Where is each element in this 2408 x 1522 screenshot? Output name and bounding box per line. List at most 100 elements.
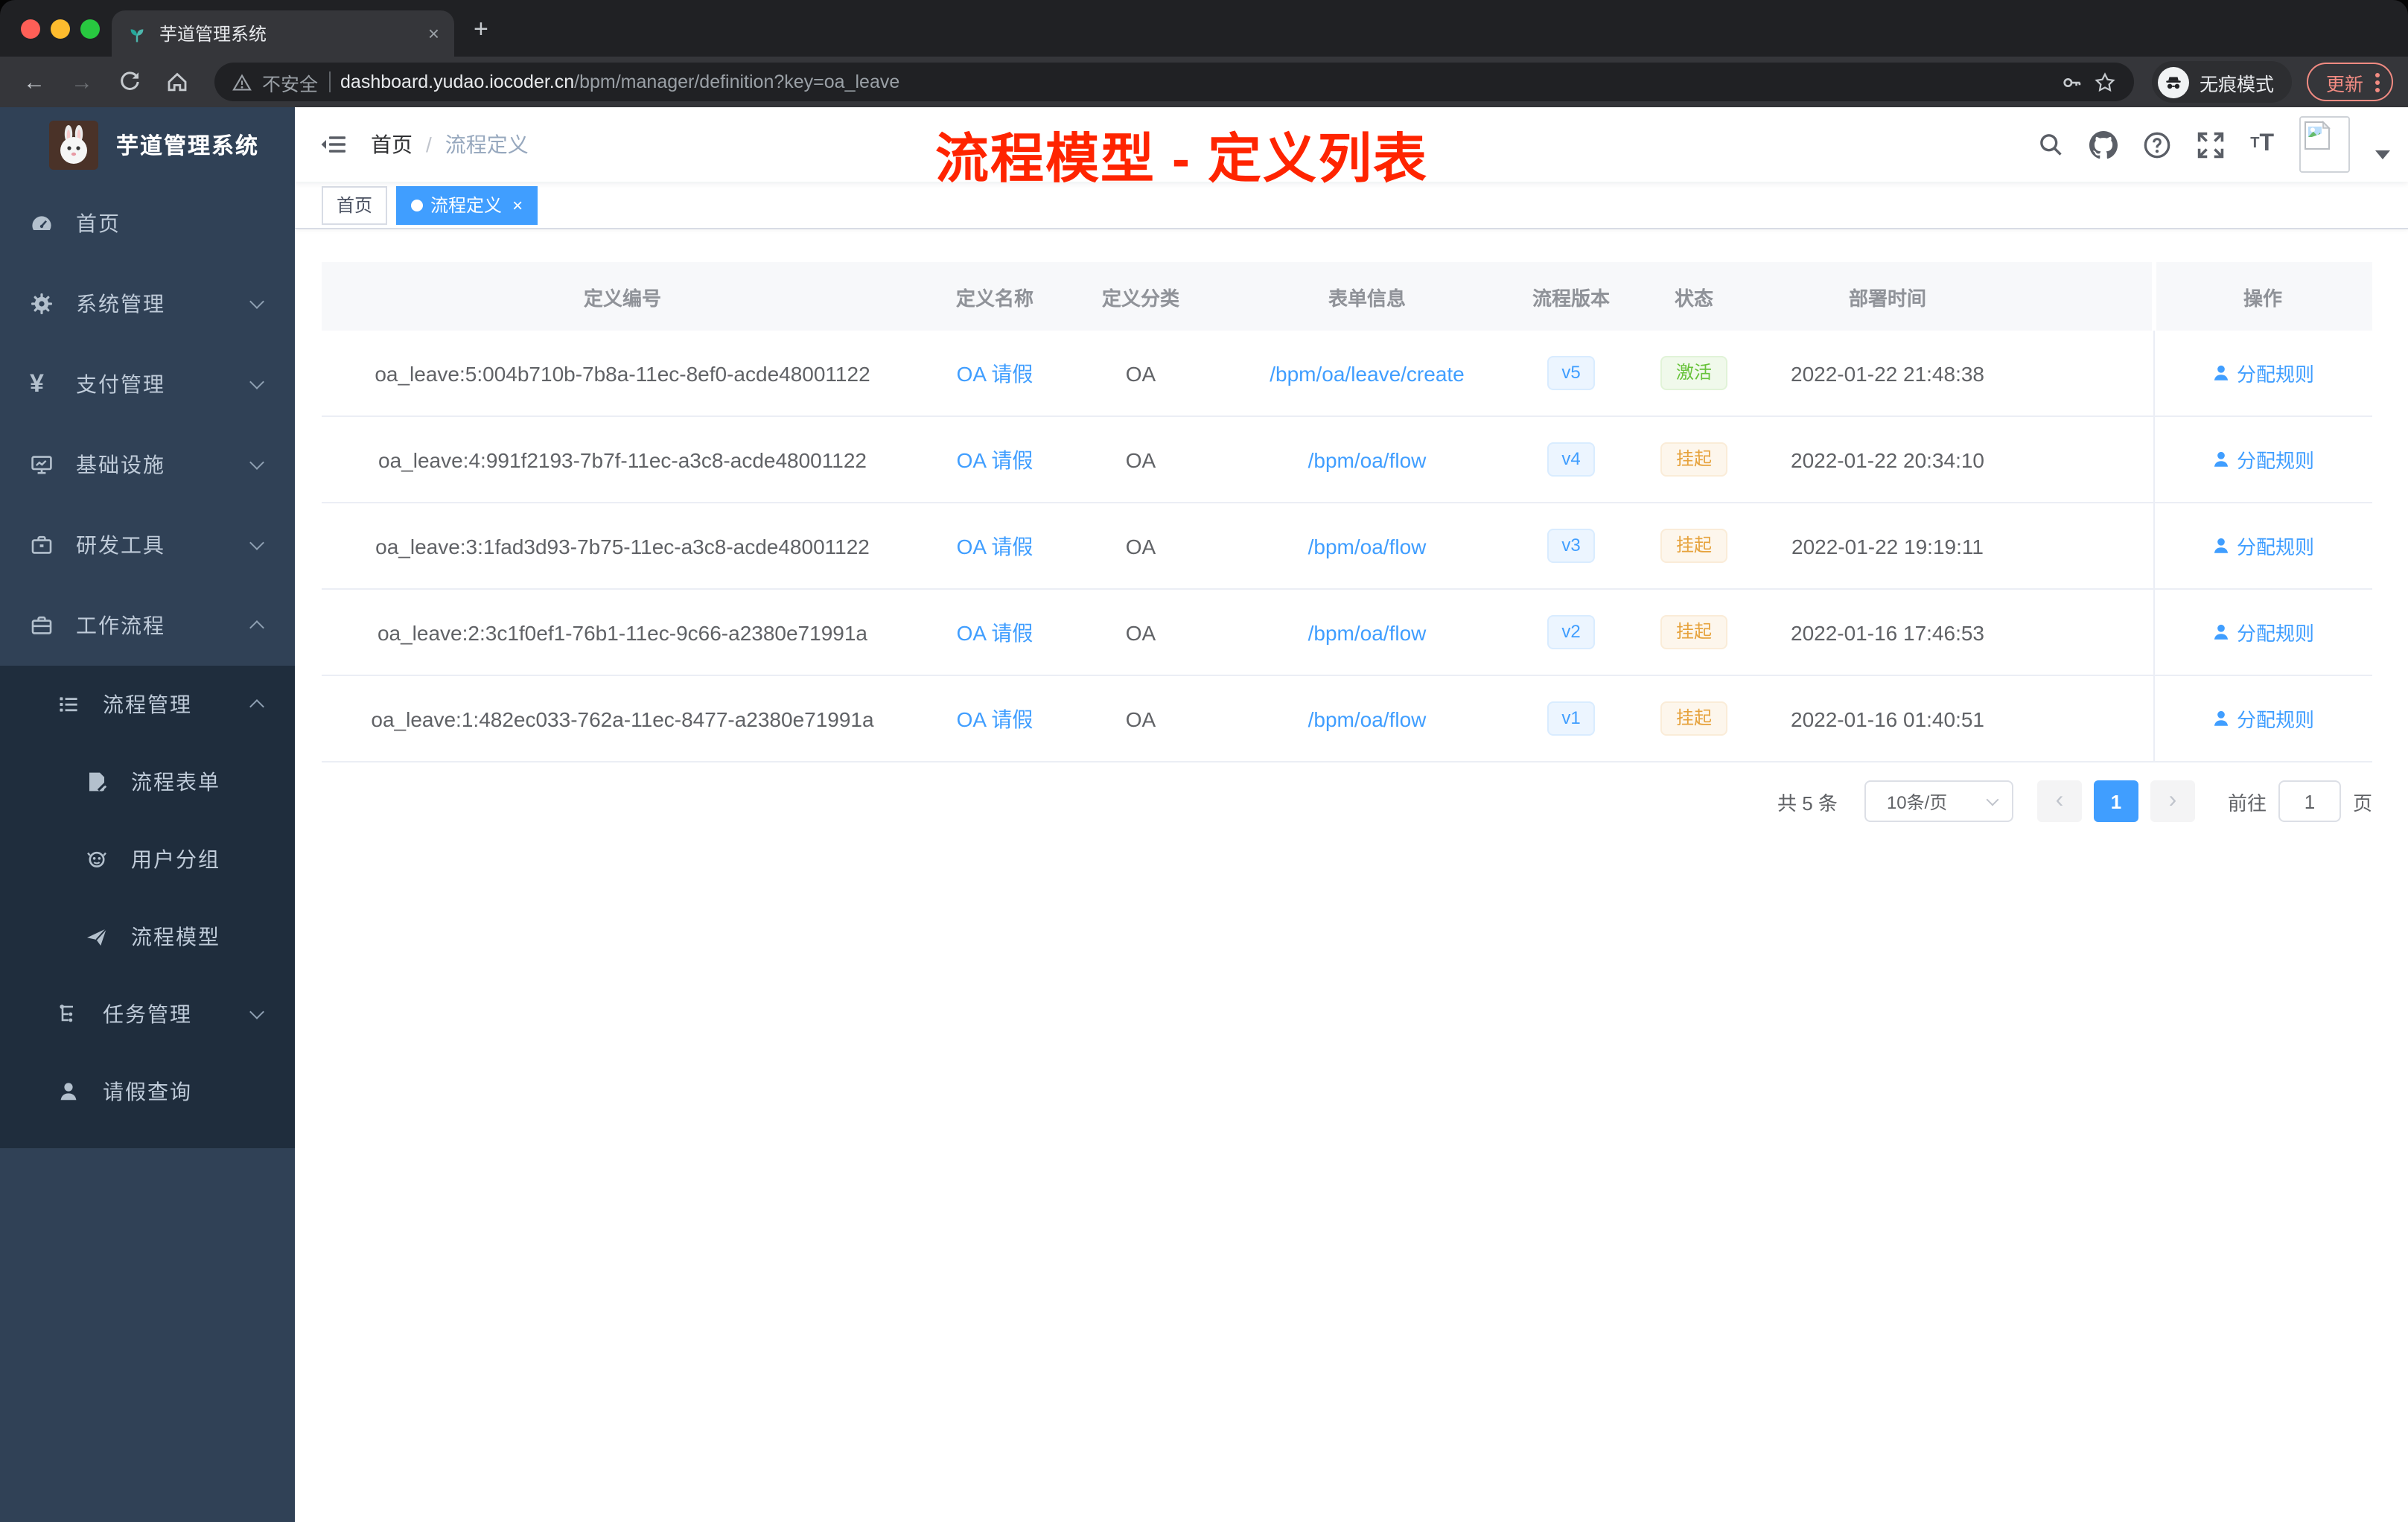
status-badge: 挂起 [1660, 528, 1727, 564]
update-button[interactable]: 更新 [2306, 63, 2393, 101]
cell-id: oa_leave:3:1fad3d93-7b75-11ec-a3c8-acde4… [375, 534, 870, 558]
sidebar-item-infra[interactable]: 基础设施 [0, 424, 295, 505]
cell-deploy-time: 2022-01-22 19:19:11 [1791, 534, 1984, 558]
table-header-row: 定义编号 定义名称 定义分类 表单信息 流程版本 状态 部署时间 操作 [322, 262, 2372, 331]
password-key-icon[interactable] [2061, 71, 2083, 93]
sidebar-item-payment[interactable]: ¥ 支付管理 [0, 344, 295, 424]
definition-name-link[interactable]: OA 请假 [957, 620, 1033, 644]
chevron-down-icon [249, 535, 264, 550]
sidebar-item-process-model[interactable]: 流程模型 [0, 898, 295, 975]
version-badge: v3 [1547, 528, 1596, 564]
tag-process-definition[interactable]: 流程定义 × [396, 185, 538, 224]
yen-icon: ¥ [30, 369, 44, 398]
assign-rule-button[interactable]: 分配规则 [2211, 704, 2314, 733]
goto-label: 前往 [2227, 792, 2267, 814]
macos-zoom-button[interactable] [80, 19, 100, 39]
user-menu-caret-icon[interactable] [2375, 150, 2390, 159]
back-button[interactable]: ← [15, 63, 54, 101]
chevron-down-icon [249, 294, 264, 309]
app-root: 芋道管理系统 首页 系统管理 ¥ 支付管理 基础设施 研发工具 工作流程 流程管… [0, 107, 2408, 1522]
address-bar[interactable]: 不安全 dashboard.yudao.iocoder.cn/bpm/manag… [214, 63, 2134, 101]
main-panel: 首页 / 流程定义 流程模型 - 定义列表 T T 首页 流程定义 × 定义编号… [295, 107, 2408, 1522]
table-body: oa_leave:5:004b710b-7b8a-11ec-8ef0-acde4… [322, 331, 2372, 762]
breadcrumb-separator: / [426, 133, 432, 156]
active-tag-dot [411, 199, 424, 211]
col-header-deploy-time: 部署时间 [1848, 287, 1926, 309]
definition-name-link[interactable]: OA 请假 [957, 448, 1033, 471]
page-number-1[interactable]: 1 [2093, 780, 2138, 822]
gear-icon [30, 292, 54, 316]
font-size-icon[interactable]: TT [2250, 132, 2274, 156]
cell-deploy-time: 2022-01-16 01:40:51 [1791, 707, 1984, 730]
sidebar-item-user-group[interactable]: 用户分组 [0, 821, 295, 898]
assign-rule-button[interactable]: 分配规则 [2211, 532, 2314, 560]
sidebar-item-devtools[interactable]: 研发工具 [0, 505, 295, 585]
goto-page-input[interactable] [2278, 780, 2341, 822]
col-header-category: 定义分类 [1101, 287, 1179, 309]
home-button[interactable] [158, 63, 197, 101]
prev-page-button[interactable]: ‹ [2036, 780, 2082, 822]
form-link[interactable]: /bpm/oa/flow [1308, 707, 1427, 730]
sidebar-item-leave-query[interactable]: 请假查询 [0, 1053, 295, 1130]
app-title: 芋道管理系统 [116, 134, 260, 159]
table-row: oa_leave:5:004b710b-7b8a-11ec-8ef0-acde4… [322, 331, 2372, 417]
chevron-down-icon [249, 455, 264, 470]
tab-close-icon[interactable]: × [428, 22, 439, 45]
select-caret-icon [1986, 792, 1999, 806]
cell-id: oa_leave:5:004b710b-7b8a-11ec-8ef0-acde4… [375, 361, 870, 385]
goto-page: 前往 页 [2228, 780, 2372, 822]
sidebar-item-task-mgmt[interactable]: 任务管理 [0, 975, 295, 1053]
sidebar-item-home[interactable]: 首页 [0, 183, 295, 264]
browser-tab[interactable]: 芋道管理系统 × [112, 10, 454, 57]
assign-rule-button[interactable]: 分配规则 [2211, 445, 2314, 474]
definition-name-link[interactable]: OA 请假 [957, 361, 1033, 385]
search-icon[interactable] [2037, 131, 2064, 158]
status-badge: 挂起 [1660, 614, 1727, 650]
tag-home[interactable]: 首页 [322, 185, 388, 224]
sidebar-item-process-mgmt[interactable]: 流程管理 [0, 666, 295, 743]
assign-rule-button[interactable]: 分配规则 [2211, 618, 2314, 646]
definition-name-link[interactable]: OA 请假 [957, 707, 1033, 730]
tab-strip: 芋道管理系统 × + [0, 0, 2408, 57]
sidebar-item-system[interactable]: 系统管理 [0, 264, 295, 344]
table-row: oa_leave:1:482ec033-762a-11ec-8477-a2380… [322, 676, 2372, 762]
new-tab-button[interactable]: + [474, 16, 488, 42]
tag-close-icon[interactable]: × [512, 194, 523, 215]
avatar-broken-image[interactable] [2299, 116, 2350, 173]
app-logo[interactable]: 芋道管理系统 [0, 107, 295, 183]
browser-toolbar: ← → 不安全 dashboard.yudao.iocoder.cn/bpm/m… [0, 57, 2408, 107]
status-badge: 挂起 [1660, 442, 1727, 477]
assign-rule-button[interactable]: 分配规则 [2211, 359, 2314, 387]
next-page-button[interactable]: › [2150, 780, 2195, 822]
forward-button[interactable]: → [63, 63, 101, 101]
form-link[interactable]: /bpm/oa/flow [1308, 448, 1427, 471]
sidebar-item-process-form[interactable]: 流程表单 [0, 743, 295, 821]
toolbox-icon [30, 533, 54, 557]
cell-category: OA [1125, 534, 1156, 558]
form-link[interactable]: /bpm/oa/flow [1308, 534, 1427, 558]
chevron-down-icon [249, 1004, 264, 1019]
page-content: 定义编号 定义名称 定义分类 表单信息 流程版本 状态 部署时间 操作 oa_l… [295, 229, 2408, 1522]
breadcrumb-home[interactable]: 首页 [371, 130, 413, 159]
macos-minimize-button[interactable] [51, 19, 70, 39]
chevron-up-icon [249, 699, 264, 714]
macos-close-button[interactable] [21, 19, 40, 39]
omnibox-separator [328, 71, 331, 92]
sidebar-item-workflow[interactable]: 工作流程 [0, 585, 295, 666]
form-link[interactable]: /bpm/oa/flow [1308, 620, 1427, 644]
sidebar-toggle-icon[interactable] [320, 133, 347, 156]
cell-deploy-time: 2022-01-22 20:34:10 [1791, 448, 1984, 471]
help-icon[interactable] [2143, 130, 2171, 159]
breadcrumb-current: 流程定义 [445, 133, 529, 156]
incognito-badge: 无痕模式 [2151, 61, 2292, 103]
status-badge: 挂起 [1660, 701, 1727, 736]
github-icon[interactable] [2089, 130, 2118, 159]
bookmark-star-icon[interactable] [2094, 71, 2116, 93]
browser-menu-icon[interactable] [2375, 72, 2380, 92]
cell-category: OA [1125, 361, 1156, 385]
page-size-select[interactable]: 10条/页 [1864, 780, 2013, 822]
form-link[interactable]: /bpm/oa/leave/create [1270, 361, 1465, 385]
fullscreen-icon[interactable] [2197, 130, 2225, 159]
reload-button[interactable] [110, 63, 149, 101]
definition-name-link[interactable]: OA 请假 [957, 534, 1033, 558]
